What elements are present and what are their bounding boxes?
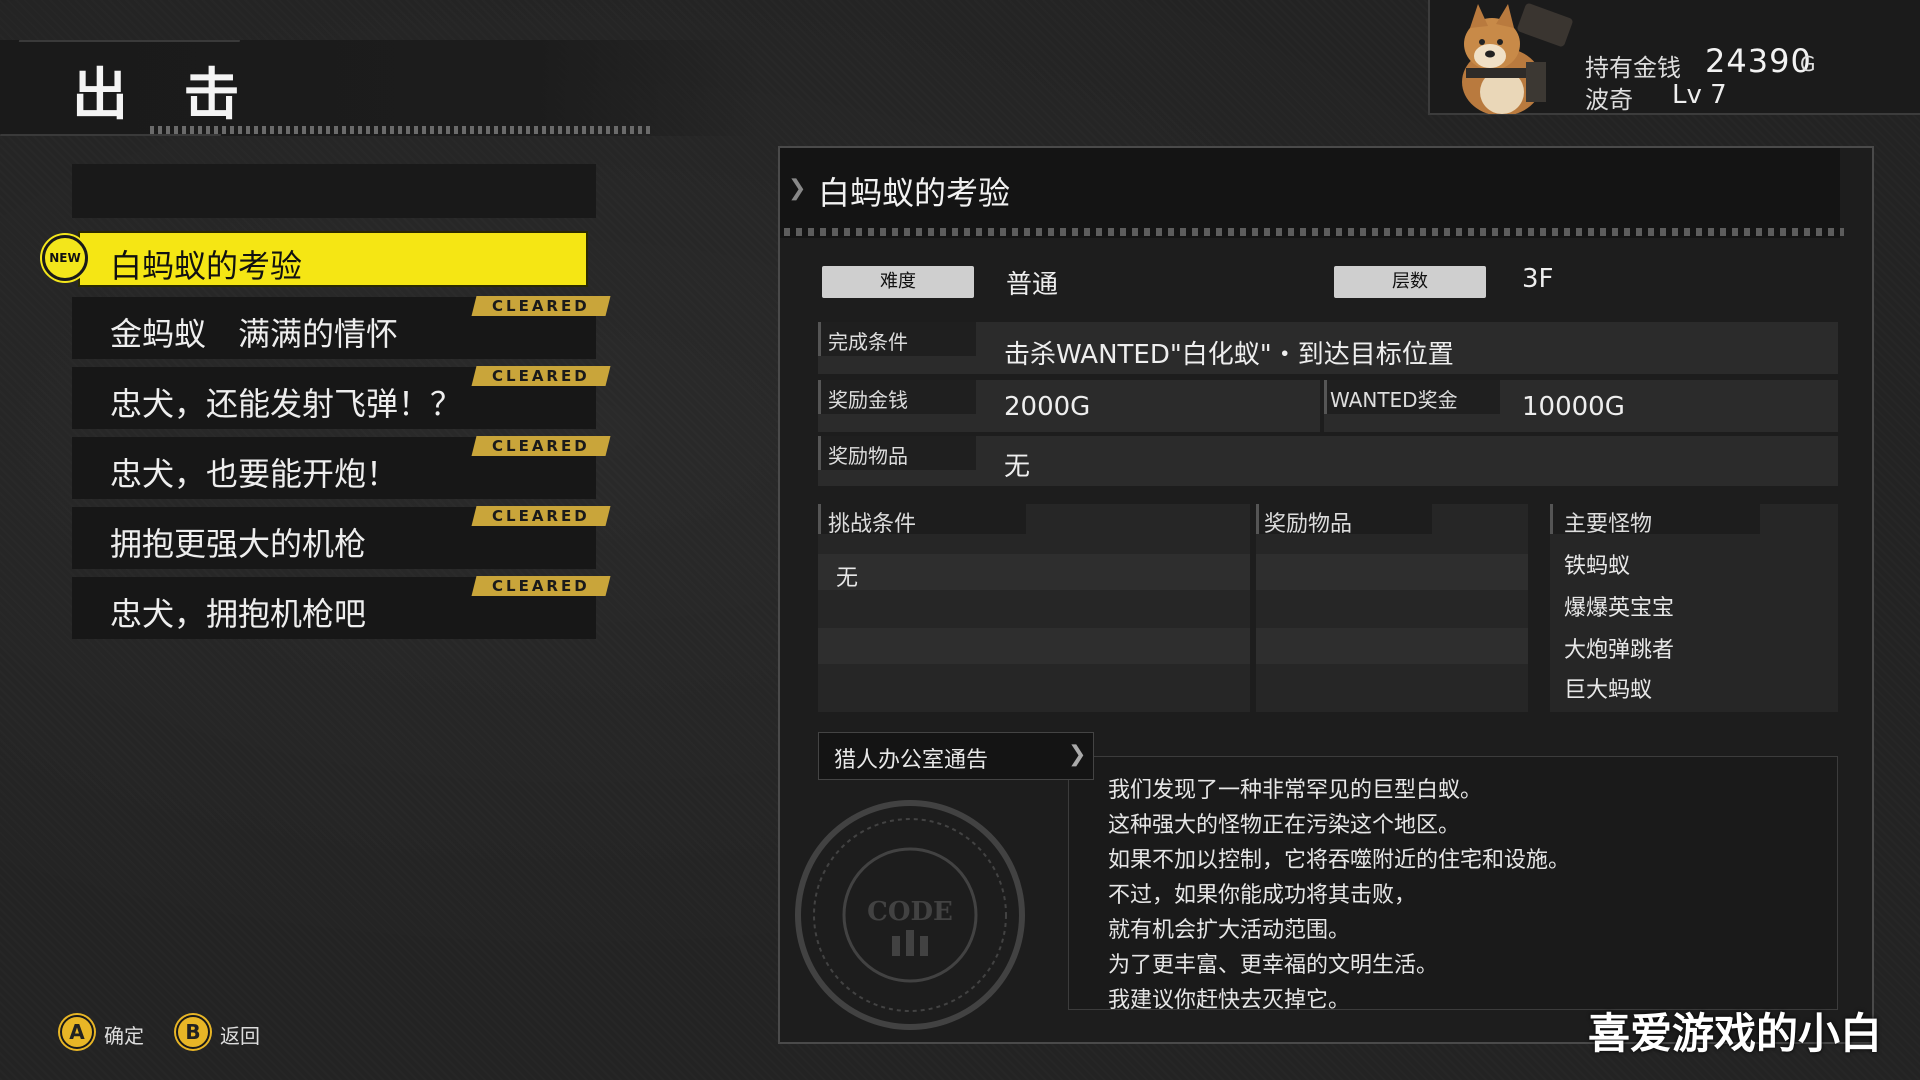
dog-portrait-icon [1462, 3, 1573, 114]
notice-line: 我们发现了一种非常罕见的巨型白蚁。 [1108, 778, 1483, 803]
a-button-icon[interactable]: A [60, 1015, 94, 1049]
floor-label: 层数 [1334, 266, 1486, 298]
monster-name: 巨大蚂蚁 [1564, 678, 1653, 703]
challenge-row [818, 554, 1250, 590]
notice-line: 为了更丰富、更幸福的文明生活。 [1108, 953, 1439, 978]
player-level: Lv 7 [1672, 80, 1727, 110]
mission-label: 忠犬，还能发射飞弹！？ [110, 385, 463, 423]
mission-label: 忠犬，拥抱机枪吧 [110, 595, 367, 633]
reward-money-label: 奖励金钱 [828, 388, 908, 412]
challenge-reward-row [1256, 554, 1528, 590]
mission-list-header [72, 164, 596, 218]
notice-line: 就有机会扩大活动范围。 [1108, 918, 1351, 943]
notice-line: 这种强大的怪物正在污染这个地区。 [1108, 813, 1461, 838]
mission-label: 白蚂蚁的考验 [110, 247, 303, 285]
mission-label: 金蚂蚁 满满的情怀 [110, 315, 399, 353]
money-value: 24390 [1705, 42, 1812, 80]
hunter-office-stamp-icon: CODE [795, 800, 1025, 1030]
challenge-reward-row [1256, 628, 1528, 664]
challenge-value: 无 [836, 566, 859, 591]
b-button-icon[interactable]: B [176, 1015, 210, 1049]
notice-tab-label: 猎人办公室通告 [834, 748, 989, 773]
challenge-label: 挑战条件 [828, 512, 917, 537]
challenge-row [818, 628, 1250, 664]
completion-label: 完成条件 [828, 330, 908, 354]
cleared-tag: CLEARED [471, 366, 611, 386]
chevron-right-icon: ❯ [1068, 742, 1087, 767]
watermark: 喜爱游戏的小白 [1588, 1009, 1883, 1058]
completion-value: 击杀WANTED"白化蚁"・到达目标位置 [1004, 340, 1454, 370]
difficulty-label: 难度 [822, 266, 974, 298]
new-badge: NEW [42, 235, 88, 281]
monster-name: 大炮弹跳者 [1564, 638, 1675, 663]
chevron-right-icon: ❯ [788, 176, 807, 201]
player-name: 波奇 [1585, 86, 1633, 114]
cleared-tag: CLEARED [471, 506, 611, 526]
money-unit: G [1800, 52, 1816, 76]
title-underline [150, 126, 650, 134]
difficulty-value: 普通 [1006, 270, 1059, 300]
challenge-reward-label: 奖励物品 [1264, 512, 1353, 537]
mission-label: 拥抱更强大的机枪 [110, 525, 367, 563]
svg-text:CODE: CODE [867, 897, 953, 927]
cleared-tag: CLEARED [471, 576, 611, 596]
monsters-label: 主要怪物 [1564, 512, 1653, 537]
detail-title: 白蚂蚁的考验 [818, 174, 1011, 212]
mission-label: 忠犬，也要能开炮！ [110, 455, 399, 493]
notice-line: 不过，如果你能成功将其击败， [1108, 883, 1417, 908]
reward-item-value: 无 [1004, 452, 1031, 482]
monster-name: 爆爆英宝宝 [1564, 596, 1675, 621]
mission-item-selected[interactable]: 白蚂蚁的考验 [78, 231, 588, 287]
floor-value: 3F [1522, 264, 1554, 294]
detail-divider [784, 228, 1844, 236]
wanted-bounty-value: 10000G [1522, 392, 1625, 422]
notice-line: 如果不加以控制，它将吞噬附近的住宅和设施。 [1108, 848, 1571, 873]
page-title: 出 击 [72, 63, 258, 128]
notice-line: 我建议你赶快去灭掉它。 [1108, 988, 1351, 1013]
reward-money-value: 2000G [1004, 392, 1091, 422]
back-label: 返回 [220, 1024, 260, 1048]
monster-name: 铁蚂蚁 [1564, 554, 1631, 579]
money-label: 持有金钱 [1585, 54, 1681, 82]
wanted-bounty-label: WANTED奖金 [1330, 388, 1458, 412]
cleared-tag: CLEARED [471, 296, 611, 316]
confirm-label: 确定 [104, 1024, 144, 1048]
cleared-tag: CLEARED [471, 436, 611, 456]
reward-item-label: 奖励物品 [828, 444, 908, 468]
